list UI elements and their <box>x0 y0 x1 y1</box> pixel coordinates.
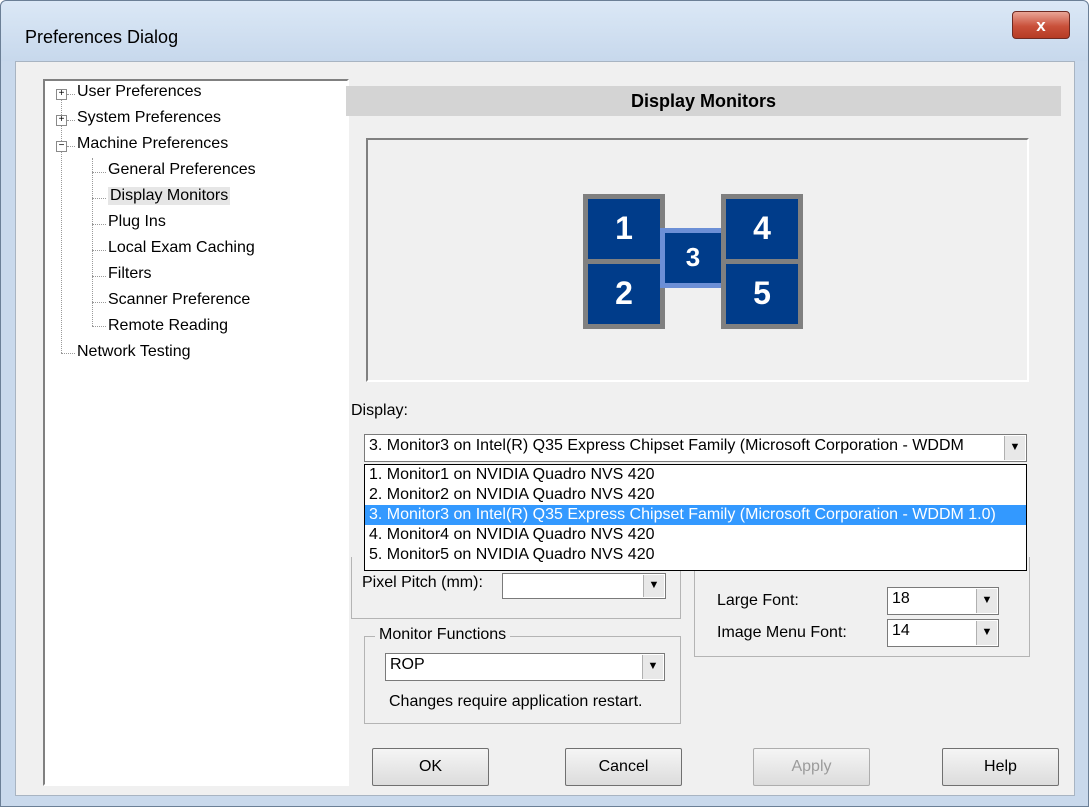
collapse-icon[interactable]: − <box>56 141 67 152</box>
display-dropdown-list[interactable]: 1. Monitor1 on NVIDIA Quadro NVS 420 2. … <box>364 464 1027 571</box>
tree-line <box>67 120 75 121</box>
tree-item-user-preferences[interactable]: User Preferences <box>77 83 202 101</box>
tree-line <box>92 198 106 199</box>
pixel-pitch-select[interactable]: ▼ <box>502 573 666 599</box>
font-settings-group: Large Font: 18 ▼ Image Menu Font: 14 ▼ <box>694 555 1030 657</box>
monitor-5-tile[interactable]: 5 <box>721 259 803 329</box>
tree-item-display-monitors[interactable]: Display Monitors <box>108 187 231 205</box>
monitor-2-tile[interactable]: 2 <box>583 259 665 329</box>
display-option-selected[interactable]: 3. Monitor3 on Intel(R) Q35 Express Chip… <box>365 505 1026 525</box>
display-option[interactable]: 4. Monitor4 on NVIDIA Quadro NVS 420 <box>365 525 1026 545</box>
ok-button[interactable]: OK <box>372 748 489 786</box>
chevron-down-icon[interactable]: ▼ <box>976 621 997 645</box>
title-bar[interactable]: Preferences Dialog x <box>1 1 1088 61</box>
monitor-functions-select[interactable]: ROP ▼ <box>385 653 665 681</box>
expand-icon[interactable]: + <box>56 89 67 100</box>
help-button[interactable]: Help <box>942 748 1059 786</box>
tree-line <box>67 146 75 147</box>
tree-line <box>92 224 106 225</box>
chevron-down-icon[interactable]: ▼ <box>642 655 663 679</box>
section-header: Display Monitors <box>346 86 1061 116</box>
image-menu-font-label: Image Menu Font: <box>717 624 847 641</box>
dialog-body: + User Preferences + System Preferences … <box>15 61 1075 796</box>
large-font-select[interactable]: 18 ▼ <box>887 587 999 615</box>
tree-line <box>61 95 62 353</box>
display-option[interactable]: 2. Monitor2 on NVIDIA Quadro NVS 420 <box>365 485 1026 505</box>
tree-line <box>61 353 75 354</box>
tree-item-local-exam-caching[interactable]: Local Exam Caching <box>108 239 255 257</box>
tree-line <box>67 94 75 95</box>
monitor-functions-label: Monitor Functions <box>375 626 511 644</box>
tree-item-system-preferences[interactable]: System Preferences <box>77 109 221 127</box>
chevron-down-icon[interactable]: ▼ <box>976 589 997 613</box>
chevron-down-icon[interactable]: ▼ <box>643 575 664 597</box>
cancel-button[interactable]: Cancel <box>565 748 682 786</box>
monitor-functions-value: ROP <box>390 656 425 673</box>
display-select[interactable]: 3. Monitor3 on Intel(R) Q35 Express Chip… <box>364 434 1027 462</box>
preferences-tree[interactable]: + User Preferences + System Preferences … <box>43 79 349 786</box>
image-menu-font-select[interactable]: 14 ▼ <box>887 619 999 647</box>
display-option[interactable]: 1. Monitor1 on NVIDIA Quadro NVS 420 <box>365 465 1026 485</box>
preferences-dialog-window: Preferences Dialog x + User Preferences … <box>0 0 1089 807</box>
close-button[interactable]: x <box>1012 11 1070 39</box>
chevron-down-icon[interactable]: ▼ <box>1004 436 1025 460</box>
monitor-layout-preview: 1 2 3 4 5 <box>366 138 1029 382</box>
tree-item-scanner-preference[interactable]: Scanner Preference <box>108 291 250 309</box>
display-select-value: 3. Monitor3 on Intel(R) Q35 Express Chip… <box>369 437 964 454</box>
restart-note: Changes require application restart. <box>389 693 643 710</box>
monitor-functions-group: Monitor Functions ROP ▼ Changes require … <box>364 626 681 724</box>
tree-line <box>92 172 106 173</box>
tree-line <box>92 276 106 277</box>
large-font-value: 18 <box>892 590 910 607</box>
tree-item-plug-ins[interactable]: Plug Ins <box>108 213 166 231</box>
tree-line <box>92 302 106 303</box>
expand-icon[interactable]: + <box>56 115 67 126</box>
apply-button[interactable]: Apply <box>753 748 870 786</box>
display-option[interactable]: 5. Monitor5 on NVIDIA Quadro NVS 420 <box>365 545 1026 565</box>
pixel-pitch-label: Pixel Pitch (mm): <box>362 574 483 591</box>
tree-item-filters[interactable]: Filters <box>108 265 152 283</box>
monitor-4-tile[interactable]: 4 <box>721 194 803 264</box>
tree-item-remote-reading[interactable]: Remote Reading <box>108 317 228 335</box>
tree-item-machine-preferences[interactable]: Machine Preferences <box>77 135 228 153</box>
tree-item-general-preferences[interactable]: General Preferences <box>108 161 256 179</box>
image-menu-font-value: 14 <box>892 622 910 639</box>
tree-item-network-testing[interactable]: Network Testing <box>77 343 191 361</box>
tree-line <box>92 158 93 326</box>
display-label: Display: <box>351 402 408 419</box>
large-font-label: Large Font: <box>717 592 799 609</box>
tree-line <box>92 326 106 327</box>
tree-line <box>92 250 106 251</box>
window-title: Preferences Dialog <box>25 27 179 47</box>
monitor-1-tile[interactable]: 1 <box>583 194 665 264</box>
monitor-3-tile[interactable]: 3 <box>660 228 726 288</box>
